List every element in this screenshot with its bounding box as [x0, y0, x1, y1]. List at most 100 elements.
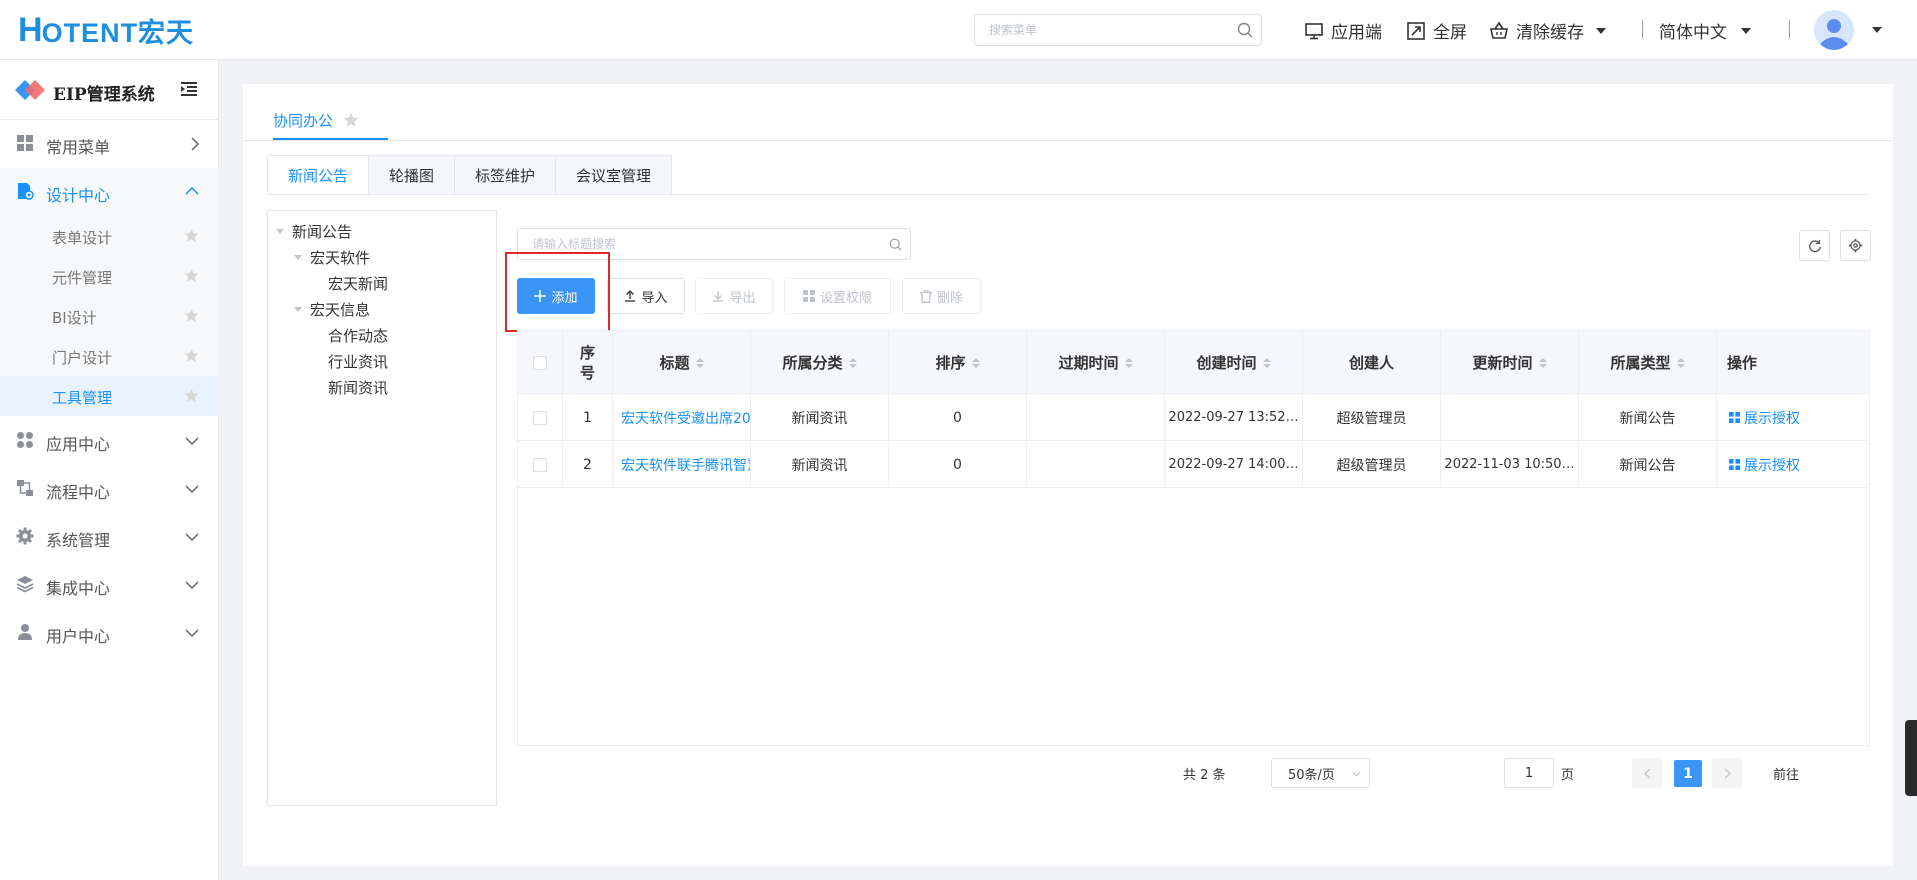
star-icon[interactable] — [184, 228, 199, 243]
row-checkbox[interactable] — [533, 410, 547, 425]
sort-icon[interactable] — [1538, 357, 1547, 368]
refresh-button[interactable] — [1799, 230, 1830, 261]
page-tab-collab-office[interactable]: 协同办公 — [273, 100, 359, 140]
sort-icon[interactable] — [848, 357, 857, 368]
fullscreen-button[interactable]: 全屏 — [1406, 18, 1467, 43]
cell-title-link[interactable]: 宏天软件联手腾讯智慧 — [613, 441, 751, 488]
menu-search-input[interactable] — [975, 15, 1215, 45]
show-auth-link[interactable]: 展示授权 — [1729, 408, 1800, 428]
sort-icon[interactable] — [1676, 357, 1685, 368]
sort-icon[interactable] — [1262, 357, 1271, 368]
tree-node[interactable]: 宏天软件 — [294, 245, 370, 269]
user-avatar[interactable] — [1814, 10, 1854, 50]
main-content-card: 协同办公 新闻公告 轮播图 标签维护 会议室管理 新闻公告 宏天软件 宏天新闻 … — [243, 84, 1893, 866]
submenu-label: 表单设计 — [52, 229, 113, 247]
chevron-down-icon — [185, 629, 199, 637]
caret-down-icon[interactable] — [276, 228, 284, 234]
menu-common[interactable]: 常用菜单 — [0, 120, 219, 168]
export-button[interactable]: 导出 — [695, 278, 773, 314]
menu-process-center[interactable]: 流程中心 — [0, 465, 219, 513]
caret-down-icon[interactable] — [1872, 27, 1882, 33]
submenu-component-manage[interactable]: 元件管理 — [0, 256, 219, 296]
collapse-menu-icon[interactable] — [181, 82, 197, 96]
flow-icon — [16, 479, 34, 497]
th-type[interactable]: 所属类型 — [1579, 331, 1717, 394]
th-sort[interactable]: 排序 — [889, 331, 1027, 394]
menu-design-center[interactable]: 设计中心 — [0, 168, 219, 216]
language-select[interactable]: 简体中文 — [1659, 18, 1751, 43]
caret-down-icon[interactable] — [294, 306, 302, 312]
tree-node[interactable]: 宏天信息 — [294, 297, 370, 321]
pagination-total: 共 2 条 — [1183, 758, 1226, 788]
menu-user-center[interactable]: 用户中心 — [0, 609, 219, 657]
app-client-button[interactable]: 应用端 — [1304, 18, 1382, 43]
tree-node-root[interactable]: 新闻公告 — [276, 219, 352, 243]
tree-node[interactable]: 行业资讯 — [328, 349, 388, 373]
cell-creator: 超级管理员 — [1303, 394, 1441, 441]
submenu-label: 元件管理 — [52, 269, 113, 287]
th-created[interactable]: 创建时间 — [1165, 331, 1303, 394]
gear-icon — [16, 527, 34, 545]
hotent-logo[interactable]: H OTENT宏天 — [18, 10, 194, 50]
submenu-tool-manage[interactable]: 工具管理 — [0, 376, 219, 416]
star-icon[interactable] — [184, 268, 199, 283]
tab-tag-maintain[interactable]: 标签维护 — [455, 155, 557, 195]
th-category[interactable]: 所属分类 — [751, 331, 889, 394]
side-drawer-handle[interactable] — [1905, 720, 1917, 796]
star-icon[interactable] — [184, 348, 199, 363]
prev-page-button[interactable] — [1632, 758, 1662, 788]
caret-down-icon[interactable] — [294, 254, 302, 260]
sort-icon[interactable] — [971, 357, 980, 368]
row-select-cell — [518, 441, 563, 488]
search-icon[interactable] — [889, 238, 902, 251]
star-icon[interactable] — [343, 112, 359, 128]
delete-button[interactable]: 删除 — [902, 278, 981, 314]
row-select-cell — [518, 394, 563, 441]
star-icon[interactable] — [184, 308, 199, 323]
system-name: EIP管理系统 — [53, 85, 155, 105]
document-gear-icon — [16, 182, 34, 200]
tab-meeting-room[interactable]: 会议室管理 — [556, 155, 673, 195]
search-icon[interactable] — [1237, 22, 1253, 38]
header-divider — [1642, 20, 1643, 38]
menu-system-manage[interactable]: 系统管理 — [0, 513, 219, 561]
system-title-bar: EIP管理系统 — [0, 60, 219, 120]
submenu-portal-design[interactable]: 门户设计 — [0, 336, 219, 376]
menu-app-center[interactable]: 应用中心 — [0, 417, 219, 465]
select-all-checkbox[interactable] — [533, 355, 547, 370]
tree-node[interactable]: 合作动态 — [328, 323, 388, 347]
import-button[interactable]: 导入 — [607, 278, 685, 314]
menu-integration-center[interactable]: 集成中心 — [0, 561, 219, 609]
clear-cache-button[interactable]: 清除缓存 — [1489, 18, 1606, 43]
clear-cache-label: 清除缓存 — [1516, 23, 1584, 43]
th-updated[interactable]: 更新时间 — [1441, 331, 1579, 394]
highlight-box — [505, 252, 610, 332]
cell-updated: 2022-11-03 10:50… — [1441, 441, 1579, 488]
logo-text: OTENT宏天 — [41, 17, 195, 48]
tree-node[interactable]: 新闻资讯 — [328, 375, 388, 399]
goto-suffix: 页 — [1561, 758, 1574, 788]
tree-node[interactable]: 宏天新闻 — [328, 271, 388, 295]
th-expire[interactable]: 过期时间 — [1027, 331, 1165, 394]
row-checkbox[interactable] — [533, 457, 547, 472]
tab-news[interactable]: 新闻公告 — [267, 155, 370, 195]
column-settings-button[interactable] — [1840, 230, 1871, 261]
submenu-form-design[interactable]: 表单设计 — [0, 216, 219, 256]
submenu-bi-design[interactable]: BI设计 — [0, 296, 219, 336]
th-label: 更新时间 — [1472, 354, 1533, 372]
set-permission-button[interactable]: 设置权限 — [784, 278, 891, 314]
grid-icon — [1729, 459, 1744, 470]
sort-icon[interactable] — [1124, 357, 1133, 368]
next-page-button[interactable] — [1712, 758, 1742, 788]
star-icon[interactable] — [184, 388, 199, 403]
sort-icon[interactable] — [695, 357, 704, 368]
page-number-current[interactable]: 1 — [1674, 760, 1702, 787]
cell-title-link[interactable]: 宏天软件受邀出席2022 — [613, 394, 751, 441]
tab-carousel[interactable]: 轮播图 — [369, 155, 456, 195]
cell-category: 新闻资讯 — [751, 394, 889, 441]
goto-page-input[interactable]: 1 — [1504, 758, 1554, 788]
action-label: 展示授权 — [1744, 457, 1800, 474]
show-auth-link[interactable]: 展示授权 — [1729, 455, 1800, 475]
page-size-select[interactable]: 50条/页 — [1271, 758, 1370, 788]
th-title[interactable]: 标题 — [613, 331, 751, 394]
